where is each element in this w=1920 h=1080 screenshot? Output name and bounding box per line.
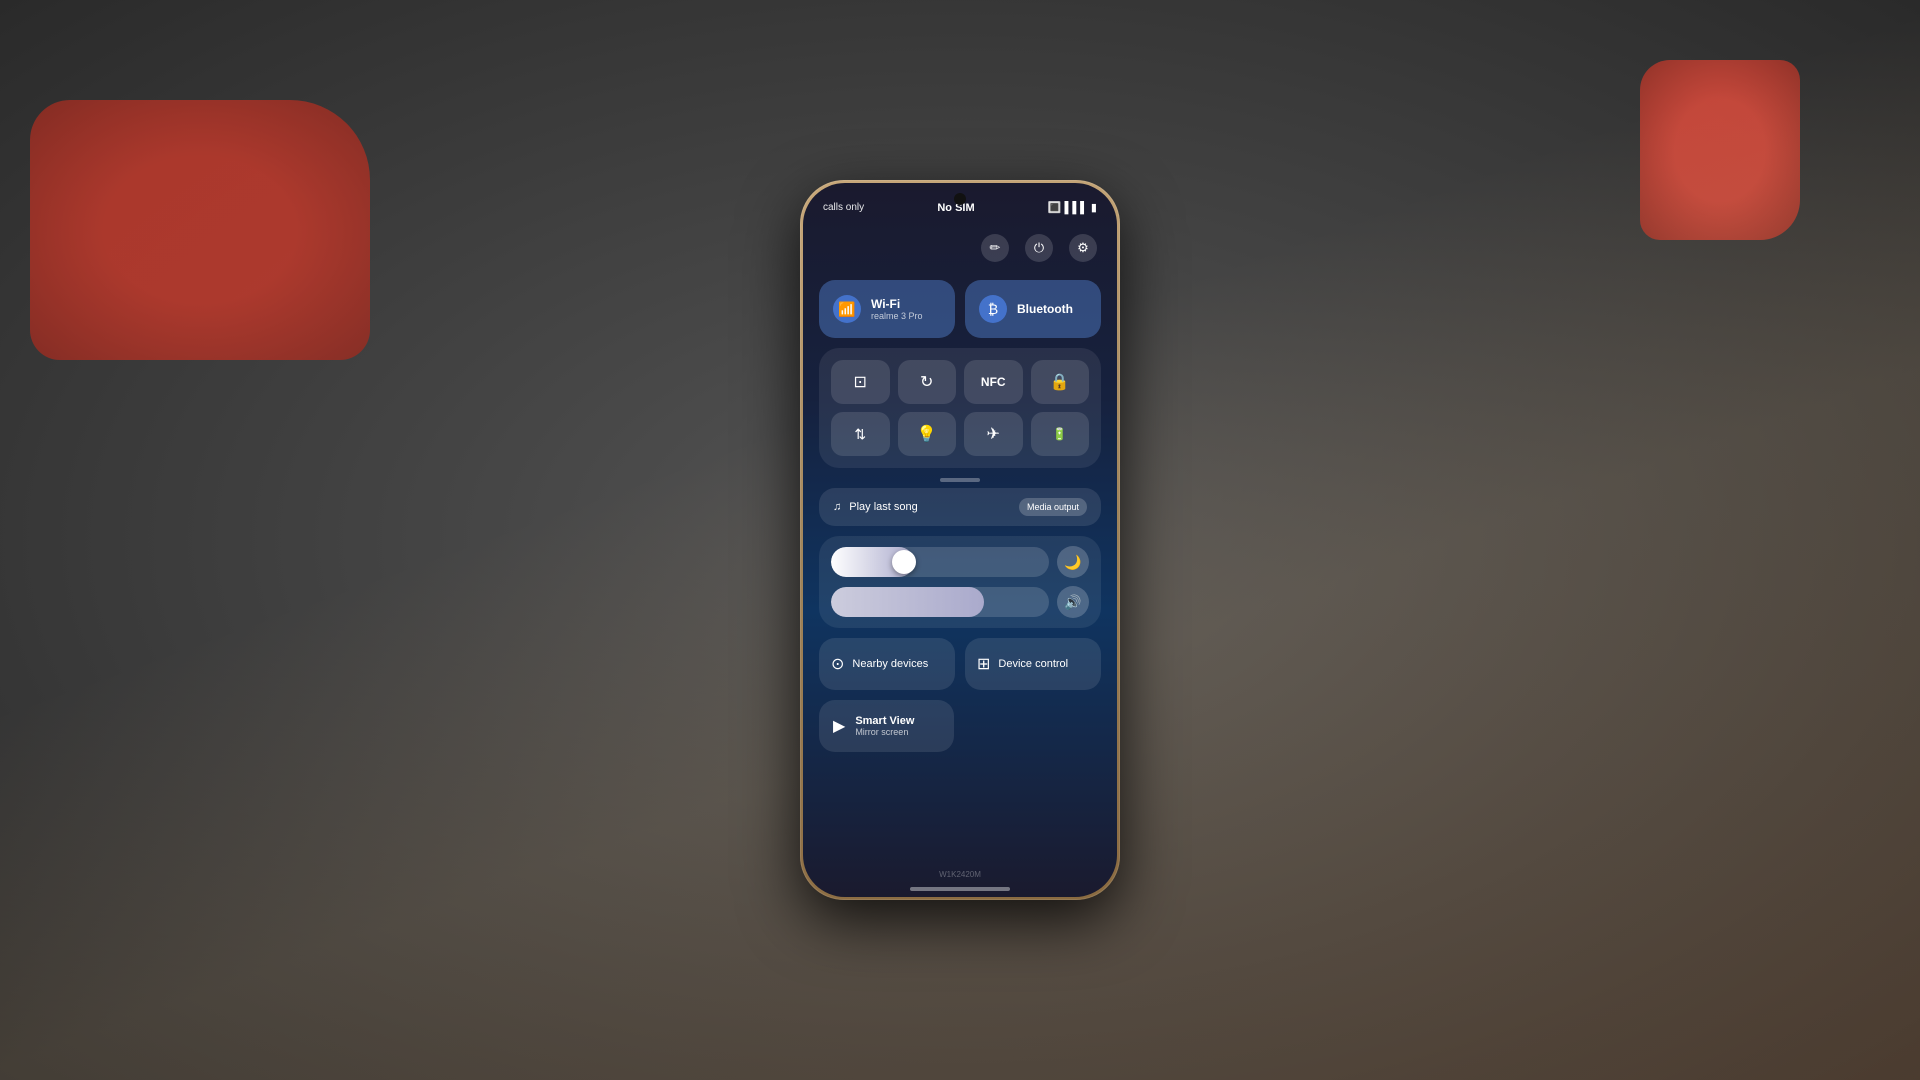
media-info: ♫ Play last song [833, 501, 918, 513]
smart-view-text: Smart View Mirror screen [855, 715, 914, 737]
media-player[interactable]: ♫ Play last song Media output [819, 488, 1101, 526]
wifi-tile[interactable]: 📶 Wi-Fi realme 3 Pro [819, 280, 955, 338]
device-control-icon: ⊞ [977, 654, 990, 674]
nearby-devices-label: Nearby devices [852, 658, 928, 670]
smart-view-subtitle: Mirror screen [855, 727, 914, 737]
nearby-devices-icon: ⊙ [831, 654, 844, 674]
sliders-section: 🌙 🔊 [819, 536, 1101, 628]
bottom-tiles-row: ⊙ Nearby devices ⊞ Device control [819, 638, 1101, 690]
power-button[interactable]: ⏻ [1025, 234, 1053, 262]
phone-screen: calls only No SIM 🔳 ▌▌▌ ▮ ✏ ⏻ ⚙ [803, 183, 1117, 897]
volume-button[interactable]: 🔊 [1057, 586, 1089, 618]
connectivity-row: 📶 Wi-Fi realme 3 Pro ₿ Bluetooth [819, 280, 1101, 338]
device-control-label: Device control [998, 658, 1068, 670]
phone-wrapper: calls only No SIM 🔳 ▌▌▌ ▮ ✏ ⏻ ⚙ [800, 180, 1120, 900]
edit-button[interactable]: ✏ [981, 234, 1009, 262]
toy-car-decoration [30, 100, 370, 360]
wifi-text: Wi-Fi realme 3 Pro [871, 297, 923, 321]
screenshot-toggle[interactable]: ⊡ [831, 360, 890, 404]
bluetooth-tile[interactable]: ₿ Bluetooth [965, 280, 1101, 338]
nearby-devices-tile[interactable]: ⊙ Nearby devices [819, 638, 955, 690]
home-indicator[interactable] [910, 887, 1010, 891]
sync-toggle[interactable]: ↻ [898, 360, 957, 404]
top-action-icons: ✏ ⏻ ⚙ [819, 230, 1101, 270]
home-bar [803, 881, 1117, 897]
music-note-icon: ♫ [833, 501, 841, 513]
smart-view-icon: ▶ [833, 716, 845, 736]
wifi-subtitle: realme 3 Pro [871, 311, 923, 321]
brightness-thumb[interactable] [892, 550, 916, 574]
bluetooth-icon: ₿ [979, 295, 1007, 323]
battery-level-icon: ▮ [1091, 201, 1097, 214]
wifi-title: Wi-Fi [871, 297, 923, 311]
screen-lock-toggle[interactable]: 🔒 [1031, 360, 1090, 404]
brightness-slider[interactable] [831, 547, 1049, 577]
settings-button[interactable]: ⚙ [1069, 234, 1097, 262]
media-song-label: Play last song [849, 501, 917, 513]
status-right-icons: 🔳 ▌▌▌ ▮ [1048, 201, 1097, 214]
smart-view-tile[interactable]: ▶ Smart View Mirror screen [819, 700, 954, 752]
brightness-row: 🌙 [831, 546, 1089, 578]
volume-row: 🔊 [831, 586, 1089, 618]
brightness-fill [831, 547, 914, 577]
signal-icon: ▌▌▌ [1065, 202, 1088, 214]
battery-icon: 🔳 [1048, 201, 1062, 214]
nfc-toggle[interactable]: NFC [964, 360, 1023, 404]
airplane-toggle[interactable]: ✈ [964, 412, 1023, 456]
toy-scooter-decoration [1640, 60, 1800, 240]
model-number: W1K2420M [939, 870, 981, 879]
drag-indicator [940, 478, 980, 482]
bluetooth-title: Bluetooth [1017, 302, 1073, 316]
volume-fill [831, 587, 984, 617]
battery-saver-toggle[interactable]: 🔋 [1031, 412, 1090, 456]
toggles-panel: ⊡ ↻ NFC 🔒 ⇅ 💡 ✈ 🔋 [819, 348, 1101, 468]
device-control-tile[interactable]: ⊞ Device control [965, 638, 1101, 690]
smart-view-title: Smart View [855, 715, 914, 727]
camera-notch [954, 193, 966, 205]
phone-shell: calls only No SIM 🔳 ▌▌▌ ▮ ✏ ⏻ ⚙ [800, 180, 1120, 900]
flashlight-toggle[interactable]: 💡 [898, 412, 957, 456]
media-output-button[interactable]: Media output [1019, 498, 1087, 516]
status-calls-only: calls only [823, 202, 864, 213]
volume-slider[interactable] [831, 587, 1049, 617]
wifi-icon: 📶 [833, 295, 861, 323]
quick-settings-panel: ✏ ⏻ ⚙ 📶 Wi-Fi realme 3 Pro ₿ [803, 222, 1117, 881]
bluetooth-text: Bluetooth [1017, 302, 1073, 316]
do-not-disturb-button[interactable]: 🌙 [1057, 546, 1089, 578]
mobile-data-toggle[interactable]: ⇅ [831, 412, 890, 456]
